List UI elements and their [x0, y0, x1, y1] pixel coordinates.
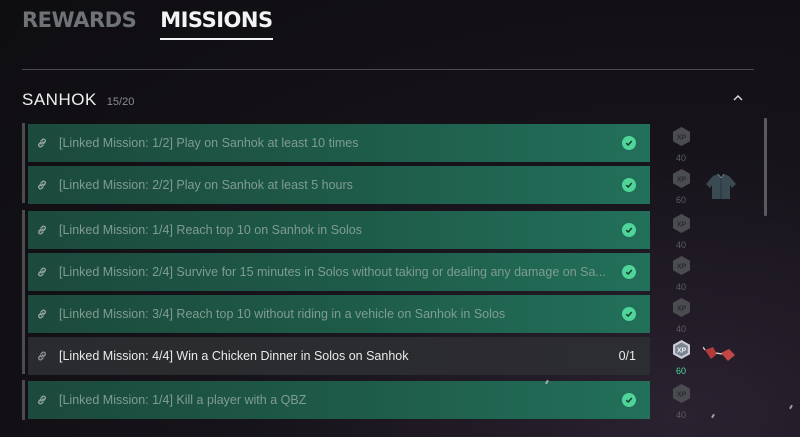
check-circle-icon [622, 178, 636, 192]
mission-text: [Linked Mission: 3/4] Reach top 10 witho… [59, 307, 506, 321]
mission-progress: 0/1 [618, 349, 636, 363]
xp-reward: XP 40 [671, 255, 691, 292]
mission-row[interactable]: [Linked Mission: 3/4] Reach top 10 witho… [28, 295, 650, 333]
sparkle-decoration [789, 404, 793, 410]
xp-amount: 60 [675, 195, 686, 205]
xp-hex-icon: XP [672, 298, 690, 317]
xp-reward: XP 60 [671, 339, 691, 376]
svg-text:XP: XP [676, 348, 686, 355]
check-circle-icon [622, 265, 636, 279]
mission-row[interactable]: [Linked Mission: 2/2] Play on Sanhok at … [28, 166, 650, 204]
jacket-icon[interactable] [704, 172, 738, 207]
svg-text:XP: XP [676, 264, 686, 271]
mission-row[interactable]: [Linked Mission: 1/4] Reach top 10 on Sa… [28, 211, 650, 249]
svg-text:XP: XP [676, 177, 686, 184]
link-icon [36, 223, 50, 237]
xp-hex-icon: XP [672, 214, 690, 233]
mission-text: [Linked Mission: 2/4] Survive for 15 min… [59, 265, 606, 279]
xp-reward: XP 40 [671, 126, 691, 163]
check-circle-icon [622, 393, 636, 407]
link-icon [36, 307, 50, 321]
header-divider [22, 69, 754, 70]
section-title: SANHOK [22, 90, 97, 109]
xp-reward: XP 40 [671, 383, 691, 420]
xp-amount: 40 [675, 240, 686, 250]
mission-text: [Linked Mission: 1/4] Kill a player with… [59, 393, 307, 407]
xp-amount: 40 [675, 153, 686, 163]
svg-text:XP: XP [676, 135, 686, 142]
mission-row[interactable]: [Linked Mission: 4/4] Win a Chicken Dinn… [28, 337, 650, 375]
mission-group-bar [22, 380, 25, 420]
link-icon [36, 393, 50, 407]
tab-rewards[interactable]: REWARDS [22, 8, 137, 40]
section-header[interactable]: SANHOK 15/20 [22, 90, 754, 112]
sparkle-decoration [711, 413, 715, 419]
svg-text:XP: XP [676, 392, 686, 399]
svg-text:XP: XP [676, 306, 686, 313]
check-circle-icon [622, 307, 636, 321]
link-icon [36, 265, 50, 279]
mission-row[interactable]: [Linked Mission: 1/4] Kill a player with… [28, 381, 650, 419]
mission-row[interactable]: [Linked Mission: 1/2] Play on Sanhok at … [28, 124, 650, 162]
xp-hex-icon: XP [672, 256, 690, 275]
xp-amount: 40 [675, 410, 686, 420]
xp-hex-icon: XP [672, 127, 690, 146]
xp-amount: 40 [675, 324, 686, 334]
mission-text: [Linked Mission: 1/4] Reach top 10 on Sa… [59, 223, 362, 237]
mission-text: [Linked Mission: 1/2] Play on Sanhok at … [59, 136, 359, 150]
link-icon [36, 178, 50, 192]
xp-hex-icon: XP [672, 340, 690, 359]
chevron-up-icon[interactable] [730, 90, 746, 106]
scrollbar[interactable] [764, 118, 767, 216]
check-circle-icon [622, 136, 636, 150]
xp-hex-icon: XP [672, 169, 690, 188]
mission-group-bar [22, 123, 25, 203]
mission-text: [Linked Mission: 4/4] Win a Chicken Dinn… [59, 349, 409, 363]
xp-reward: XP 40 [671, 297, 691, 334]
link-icon [36, 349, 50, 363]
xp-amount: 40 [675, 282, 686, 292]
xp-amount: 60 [675, 366, 686, 376]
svg-text:XP: XP [676, 222, 686, 229]
mission-group-bar [22, 210, 25, 374]
tab-bar: REWARDS MISSIONS [22, 8, 273, 40]
section-count: 15/20 [106, 96, 135, 108]
xp-reward: XP 40 [671, 213, 691, 250]
mission-row[interactable]: [Linked Mission: 2/4] Survive for 15 min… [28, 253, 650, 291]
sunglasses-icon[interactable] [702, 344, 737, 369]
xp-reward: XP 60 [671, 168, 691, 205]
xp-hex-icon: XP [672, 384, 690, 403]
link-icon [36, 136, 50, 150]
tab-missions[interactable]: MISSIONS [160, 8, 273, 40]
mission-text: [Linked Mission: 2/2] Play on Sanhok at … [59, 178, 353, 192]
check-circle-icon [622, 223, 636, 237]
